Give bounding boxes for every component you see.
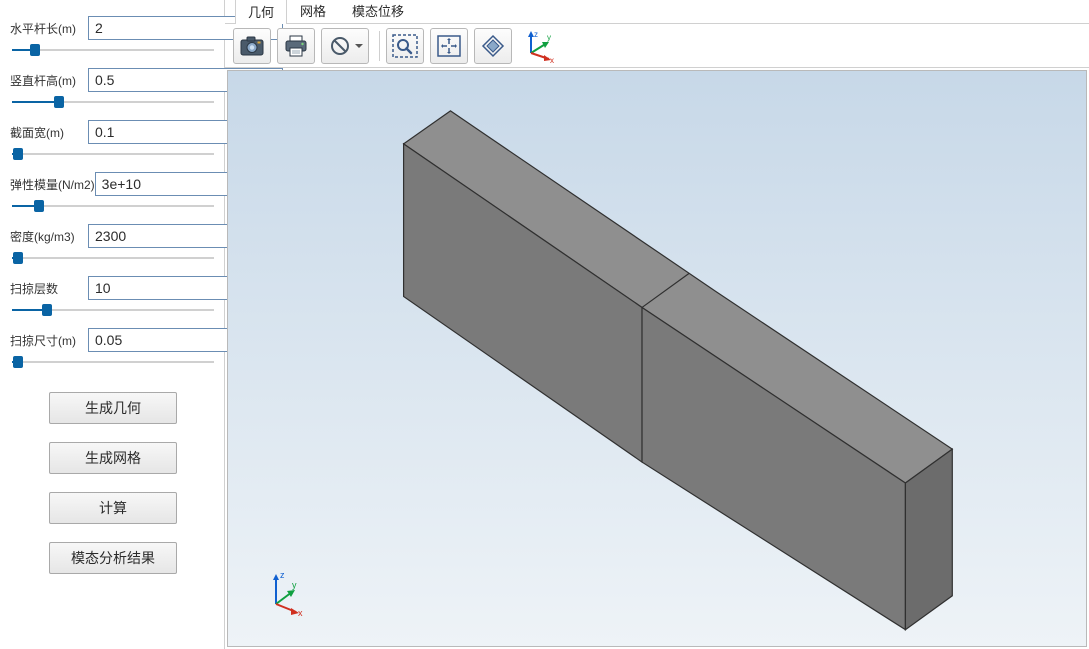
main-area: 几何 网格 模态位移 [225, 0, 1089, 649]
disable-dropdown-button[interactable] [321, 28, 369, 64]
svg-text:x: x [550, 56, 554, 63]
fit-view-icon [436, 34, 462, 58]
sidebar: 水平杆长(m) 竖直杆高(m) 截面宽(m) 弹性模量(N/m2) [0, 0, 225, 649]
app-root: 水平杆长(m) 竖直杆高(m) 截面宽(m) 弹性模量(N/m2) [0, 0, 1089, 649]
toolbar-separator [379, 31, 380, 61]
print-icon [284, 35, 308, 57]
sweep-size-slider[interactable] [10, 354, 216, 370]
axes-icon: z y x [521, 29, 557, 63]
param-label: 水平杆长(m) [10, 20, 88, 37]
svg-text:y: y [292, 580, 297, 590]
geometry-viewport[interactable]: z y x [227, 70, 1087, 647]
zoom-box-button[interactable] [386, 28, 424, 64]
fit-view-button[interactable] [430, 28, 468, 64]
sweep-layers-slider[interactable] [10, 302, 216, 318]
modal-results-button[interactable]: 模态分析结果 [49, 542, 177, 574]
camera-icon [240, 36, 264, 56]
svg-text:z: z [534, 30, 538, 39]
param-row-section-width: 截面宽(m) [10, 120, 216, 144]
param-label: 密度(kg/m3) [10, 228, 88, 245]
elastic-modulus-slider[interactable] [10, 198, 216, 214]
rotate-view-button[interactable] [474, 28, 512, 64]
param-label: 扫掠尺寸(m) [10, 332, 88, 349]
param-label: 扫掠层数 [10, 280, 88, 297]
viewport-triad: z y x [262, 566, 312, 616]
param-row-elastic-modulus: 弹性模量(N/m2) [10, 172, 216, 196]
rotate-view-icon [480, 33, 506, 59]
param-row-sweep-layers: 扫掠层数 [10, 276, 216, 300]
sidebar-button-stack: 生成几何 生成网格 计算 模态分析结果 [10, 392, 216, 574]
compute-button[interactable]: 计算 [49, 492, 177, 524]
param-row-density: 密度(kg/m3) [10, 224, 216, 248]
section-width-slider[interactable] [10, 146, 216, 162]
param-label: 竖直杆高(m) [10, 72, 88, 89]
tab-geometry[interactable]: 几何 [235, 0, 287, 24]
generate-mesh-button[interactable]: 生成网格 [49, 442, 177, 474]
param-row-horizontal-length: 水平杆长(m) [10, 16, 216, 40]
axes-button[interactable]: z y x [518, 28, 560, 64]
zoom-box-icon [392, 34, 418, 58]
svg-text:y: y [547, 33, 551, 42]
generate-geometry-button[interactable]: 生成几何 [49, 392, 177, 424]
horizontal-length-slider[interactable] [10, 42, 216, 58]
viewport-toolbar: z y x [225, 24, 1089, 68]
param-row-sweep-size: 扫掠尺寸(m) [10, 328, 216, 352]
print-button[interactable] [277, 28, 315, 64]
tab-bar: 几何 网格 模态位移 [225, 0, 1089, 24]
tab-modal-displacement[interactable]: 模态位移 [339, 0, 417, 23]
tab-mesh[interactable]: 网格 [287, 0, 339, 23]
svg-text:x: x [298, 608, 303, 616]
geometry-canvas [228, 71, 1086, 646]
screenshot-button[interactable] [233, 28, 271, 64]
svg-text:z: z [280, 570, 285, 580]
vertical-height-slider[interactable] [10, 94, 216, 110]
density-slider[interactable] [10, 250, 216, 266]
param-label: 弹性模量(N/m2) [10, 176, 95, 193]
param-label: 截面宽(m) [10, 124, 88, 141]
param-row-vertical-height: 竖直杆高(m) [10, 68, 216, 92]
no-entry-icon [329, 35, 351, 57]
